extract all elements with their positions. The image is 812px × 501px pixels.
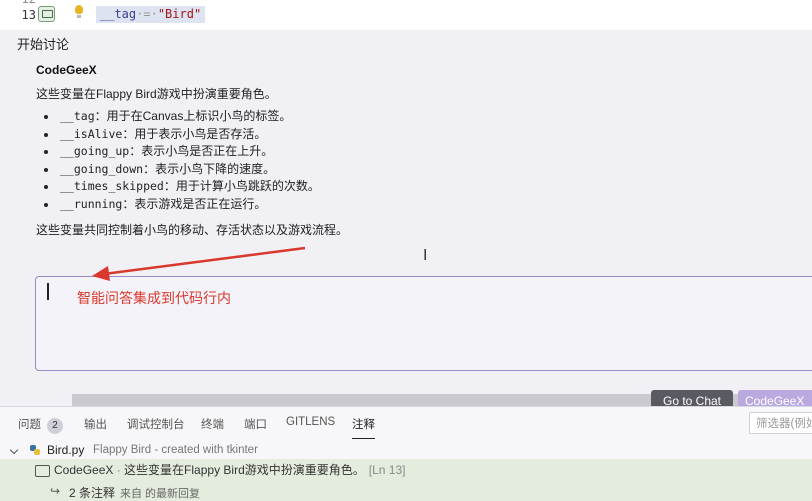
chat-panel: 开始讨论 CodeGeeX 这些变量在Flappy Bird游戏中扮演重要角色。… xyxy=(0,30,812,408)
comment-line-ref: [Ln 13] xyxy=(368,463,406,477)
chevron-down-icon[interactable] xyxy=(9,445,19,455)
line-number-13: 13 xyxy=(21,8,36,22)
code-operator: ·=· xyxy=(136,7,158,21)
file-name: Bird.py xyxy=(47,443,85,457)
tab-output[interactable]: 输出 xyxy=(84,416,107,436)
panel-tabs: 问题 2 输出 调试控制台 终端 端口 GITLENS 注释 筛选器(例如 xyxy=(0,407,812,439)
lightbulb-icon[interactable] xyxy=(75,5,83,18)
line-number-12: 12 xyxy=(22,0,36,6)
tab-label: 问题 xyxy=(18,419,41,431)
tab-terminal[interactable]: 终端 xyxy=(201,416,224,436)
comment-thread[interactable]: CodeGeeX · 这些变量在Flappy Bird游戏中扮演重要角色。 [Ln… xyxy=(0,459,812,501)
code-string: "Bird" xyxy=(157,7,202,21)
tab-comments[interactable]: 注释 xyxy=(352,416,375,439)
tab-ports[interactable]: 端口 xyxy=(244,416,267,436)
code-line-13[interactable]: __tag·=·"Bird" xyxy=(96,6,206,23)
python-file-icon xyxy=(30,445,40,455)
file-description: Flappy Bird - created with tkinter xyxy=(93,444,258,456)
tab-problems[interactable]: 问题 2 xyxy=(18,416,63,436)
reply-source: 来自 的最新回复 xyxy=(120,488,201,500)
reply-row[interactable]: ↪ 2 条注释 来自 的最新回复 xyxy=(0,482,812,500)
file-tree-row[interactable]: Bird.py Flappy Bird - created with tkint… xyxy=(0,441,812,460)
annotation-arrow-icon xyxy=(92,246,306,281)
comment-author: CodeGeeX xyxy=(54,463,114,477)
tab-debug-console[interactable]: 调试控制台 xyxy=(127,416,185,436)
code-variable: __tag xyxy=(100,7,137,21)
reply-count: 2 条注释 xyxy=(69,486,116,500)
bottom-panel: 问题 2 输出 调试控制台 终端 端口 GITLENS 注释 筛选器(例如 Bir… xyxy=(0,406,812,501)
tab-gitlens[interactable]: GITLENS xyxy=(286,416,335,436)
comment-text: 这些变量在Flappy Bird游戏中扮演重要角色。 xyxy=(124,463,365,477)
reply-arrow-icon: ↪ xyxy=(50,484,61,498)
code-editor-row: 12 13 __tag·=·"Bird" xyxy=(0,0,812,31)
problems-count-badge: 2 xyxy=(47,418,63,434)
comment-icon[interactable] xyxy=(38,6,55,22)
comment-icon xyxy=(35,465,50,477)
comment-text-line: CodeGeeX · 这些变量在Flappy Bird游戏中扮演重要角色。 [Ln… xyxy=(54,463,406,477)
filter-input[interactable]: 筛选器(例如 xyxy=(749,412,812,434)
